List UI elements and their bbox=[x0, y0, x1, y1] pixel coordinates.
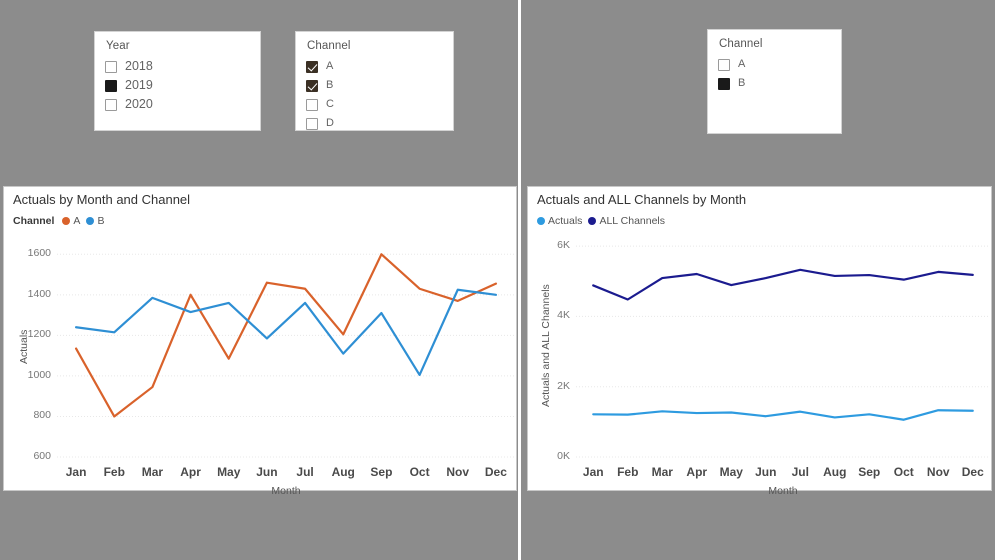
slicer-year-label: 2020 bbox=[125, 97, 153, 112]
x-axis-tick-label: Oct bbox=[893, 465, 914, 479]
slicer-channel-right[interactable]: Channel A B bbox=[707, 29, 842, 134]
y-axis-tick-label: 800 bbox=[33, 409, 51, 422]
slicer-channel-items: A B C D bbox=[306, 57, 443, 133]
checkbox-unchecked-icon[interactable] bbox=[718, 58, 730, 71]
slicer-channel-right-label: A bbox=[738, 58, 746, 70]
checkbox-filled-icon[interactable] bbox=[105, 79, 117, 92]
x-axis-tick-label: Mar bbox=[651, 465, 673, 479]
slicer-channel-item-d[interactable]: D bbox=[306, 114, 443, 133]
y-axis-tick-label: 1600 bbox=[27, 247, 51, 260]
slicer-year-label: 2019 bbox=[125, 78, 153, 93]
x-axis-tick-label: Jun bbox=[755, 465, 777, 479]
slicer-channel-right-item-a[interactable]: A bbox=[718, 55, 831, 74]
chart-actuals-by-month-and-channel[interactable]: Actuals by Month and Channel Channel A B… bbox=[3, 186, 517, 497]
x-axis-tick-label: May bbox=[217, 465, 241, 479]
x-axis-tick-label: Feb bbox=[103, 465, 125, 479]
x-axis-tick-label: Feb bbox=[617, 465, 639, 479]
checkbox-unchecked-icon[interactable] bbox=[105, 98, 117, 111]
slicer-channel-right-items: A B bbox=[718, 55, 831, 93]
slicer-year[interactable]: Year 2018 2019 2020 bbox=[94, 31, 261, 131]
x-axis-tick-label: Sep bbox=[858, 465, 881, 479]
slicer-year-item-2018[interactable]: 2018 bbox=[105, 57, 250, 76]
x-axis-tick-label: Jan bbox=[582, 465, 604, 479]
y-axis-tick-label: 0K bbox=[557, 450, 570, 462]
slicer-channel-item-c[interactable]: C bbox=[306, 95, 443, 114]
x-axis-tick-label: Aug bbox=[331, 465, 355, 479]
x-axis-tick-label: Jan bbox=[65, 465, 87, 479]
x-axis-tick-label: Nov bbox=[926, 465, 950, 479]
x-axis-tick-label: Mar bbox=[141, 465, 164, 479]
x-axis-tick-label: Jun bbox=[256, 465, 278, 479]
checkbox-checked-icon[interactable] bbox=[306, 60, 318, 73]
slicer-channel-right-label: B bbox=[738, 77, 746, 89]
y-axis-tick-label: 600 bbox=[33, 450, 51, 462]
x-axis-tick-label: May bbox=[719, 465, 743, 479]
plot-area: 0K 2K 4K 6K Jan Feb Mar Apr May Jun Jul Aug Sep Oct No… bbox=[528, 187, 991, 497]
checkbox-unchecked-icon[interactable] bbox=[306, 117, 318, 130]
report-page: Year 2018 2019 2020 Channel A B C D Chan… bbox=[0, 0, 995, 560]
checkbox-filled-icon[interactable] bbox=[718, 77, 730, 90]
checkbox-unchecked-icon[interactable] bbox=[306, 98, 318, 111]
y-axis-tick-label: 1400 bbox=[27, 287, 51, 300]
x-axis-tick-label: Dec bbox=[484, 465, 507, 479]
slicer-channel-label: A bbox=[326, 60, 334, 72]
x-axis-tick-label: Apr bbox=[686, 465, 708, 479]
x-axis-tick-label: Apr bbox=[180, 465, 201, 479]
x-axis-tick-label: Sep bbox=[370, 465, 393, 479]
slicer-channel-title: Channel bbox=[307, 40, 351, 52]
x-axis-tick-label: Jul bbox=[791, 465, 809, 479]
checkbox-checked-icon[interactable] bbox=[306, 79, 318, 92]
slicer-channel-left[interactable]: Channel A B C D bbox=[295, 31, 454, 131]
slicer-channel-item-a[interactable]: A bbox=[306, 57, 443, 76]
slicer-channel-label: D bbox=[326, 117, 334, 129]
plot-area: 600 800 1000 1200 1400 1600 Jan Feb Mar Apr May Jun… bbox=[4, 187, 516, 497]
x-axis-tick-label: Aug bbox=[823, 465, 847, 479]
slicer-channel-label: B bbox=[326, 79, 334, 91]
x-axis-tick-label: Jul bbox=[296, 465, 314, 479]
checkbox-unchecked-icon[interactable] bbox=[105, 60, 117, 73]
slicer-year-label: 2018 bbox=[125, 59, 153, 74]
x-axis-tick-label: Oct bbox=[409, 465, 430, 479]
slicer-year-item-2020[interactable]: 2020 bbox=[105, 95, 250, 114]
x-axis-tick-label: Dec bbox=[961, 465, 984, 479]
chart-actuals-and-all-channels-by-month[interactable]: Actuals and ALL Channels by Month Actual… bbox=[527, 186, 992, 497]
y-axis-tick-label: 1000 bbox=[27, 368, 51, 381]
y-axis-title: Actuals and ALL Channels bbox=[540, 284, 552, 407]
slicer-year-item-2019[interactable]: 2019 bbox=[105, 76, 250, 95]
y-axis-title: Actuals bbox=[18, 329, 30, 364]
x-axis-tick-label: Nov bbox=[446, 465, 470, 479]
x-axis-title: Month bbox=[768, 485, 798, 497]
x-axis-title: Month bbox=[271, 485, 301, 497]
y-axis-tick-label: 6K bbox=[557, 239, 570, 252]
slicer-channel-label: C bbox=[326, 98, 334, 110]
slicer-year-items: 2018 2019 2020 bbox=[105, 57, 250, 114]
slicer-channel-item-b[interactable]: B bbox=[306, 76, 443, 95]
page-divider bbox=[518, 0, 521, 560]
slicer-year-title: Year bbox=[106, 40, 130, 52]
slicer-channel-right-title: Channel bbox=[719, 38, 763, 50]
slicer-channel-right-item-b[interactable]: B bbox=[718, 74, 831, 93]
